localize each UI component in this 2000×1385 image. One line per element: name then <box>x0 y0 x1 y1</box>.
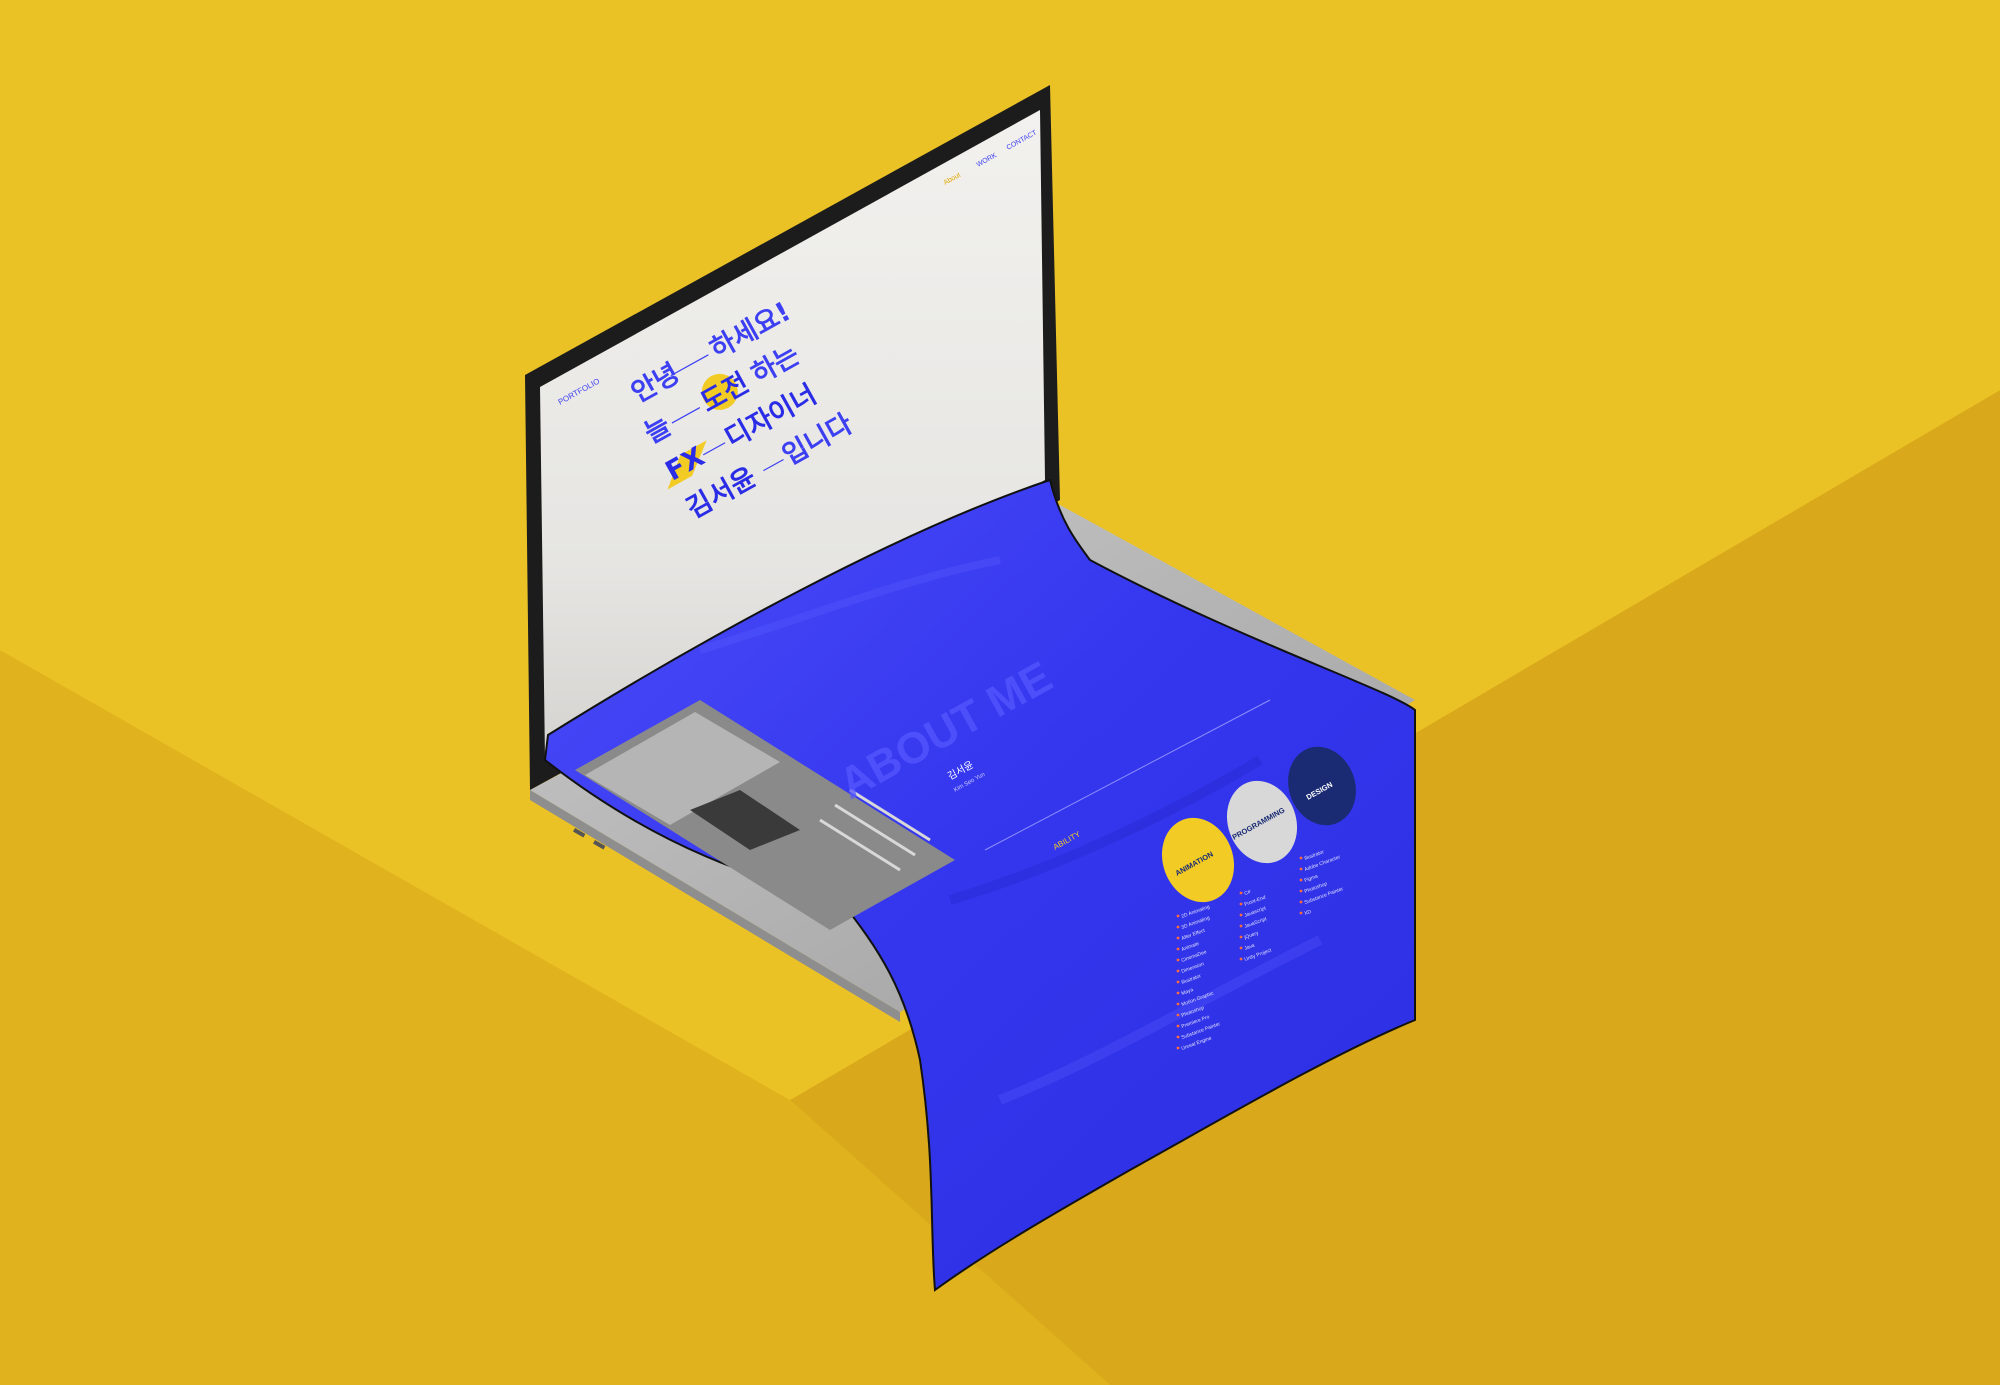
skill-bullet-icon <box>1176 991 1180 995</box>
skill-bullet-icon <box>1299 867 1303 871</box>
skill-bullet-icon <box>1239 957 1243 961</box>
skill-bullet-icon <box>1239 935 1243 939</box>
skill-bullet-icon <box>1176 936 1180 940</box>
skill-bullet-icon <box>1176 969 1180 973</box>
mockup-scene: PORTFOLIO About WORK CONTACT 안녕 하세요! 늘 도… <box>0 0 2000 1385</box>
skill-bullet-icon <box>1299 900 1303 904</box>
skill-bullet-icon <box>1299 889 1303 893</box>
skill-bullet-icon <box>1176 914 1180 918</box>
skill-bullet-icon <box>1239 902 1243 906</box>
skill-bullet-icon <box>1176 925 1180 929</box>
skill-bullet-icon <box>1239 891 1243 895</box>
skill-bullet-icon <box>1239 924 1243 928</box>
skill-bullet-icon <box>1176 1013 1180 1017</box>
skill-bullet-icon <box>1176 1035 1180 1039</box>
skill-bullet-icon <box>1176 1024 1180 1028</box>
skill-bullet-icon <box>1239 913 1243 917</box>
skill-bullet-icon <box>1176 980 1180 984</box>
skill-bullet-icon <box>1239 946 1243 950</box>
skill-bullet-icon <box>1176 1046 1180 1050</box>
skill-bullet-icon <box>1299 856 1303 860</box>
skill-bullet-icon <box>1299 911 1303 915</box>
skill-bullet-icon <box>1299 878 1303 882</box>
skill-bullet-icon <box>1176 1002 1180 1006</box>
skill-bullet-icon <box>1176 958 1180 962</box>
skill-bullet-icon <box>1176 947 1180 951</box>
